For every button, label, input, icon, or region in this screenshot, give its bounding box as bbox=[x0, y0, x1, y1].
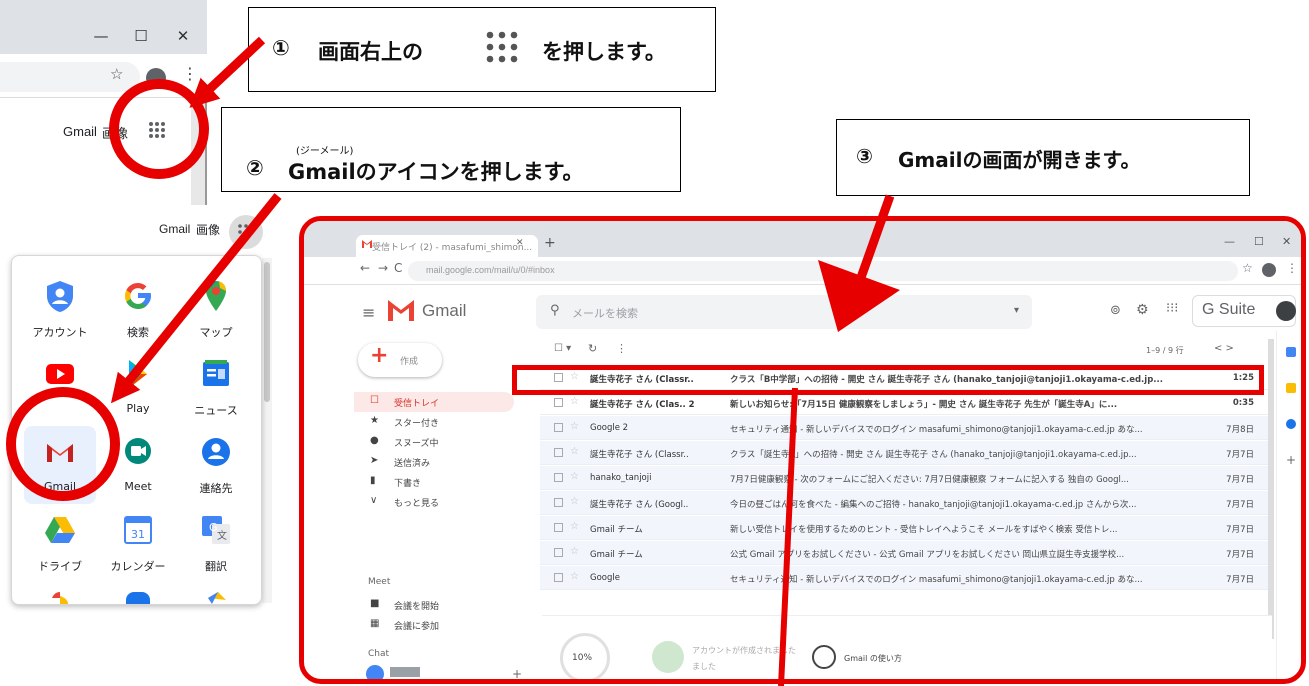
highlight-circle-gmail bbox=[6, 387, 120, 501]
arrow-step1 bbox=[189, 36, 266, 108]
arrow-step3-shaft bbox=[853, 194, 895, 288]
arrow-step2 bbox=[110, 193, 282, 404]
arrow-row-pointer bbox=[778, 387, 798, 686]
highlight-circle-apps bbox=[109, 79, 209, 179]
annotation-overlay bbox=[6, 36, 900, 686]
